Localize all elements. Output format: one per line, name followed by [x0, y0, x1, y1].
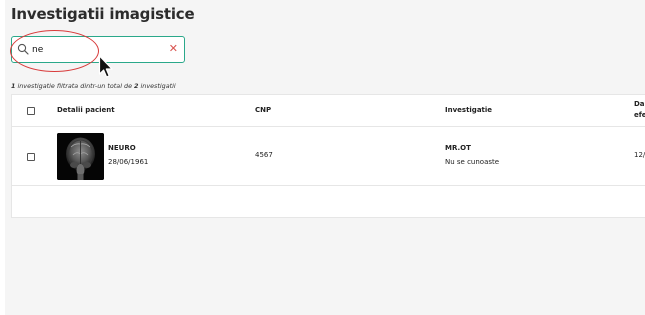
- search-icon: [17, 43, 29, 55]
- filter-summary: 1 investigatie filtrata dintr-un total d…: [11, 82, 176, 90]
- column-header-date[interactable]: Da: [634, 100, 645, 108]
- investigation-type: MR.OT: [445, 144, 471, 152]
- search-input[interactable]: [32, 41, 162, 58]
- table-row[interactable]: NEURO 28/06/1961 4567 MR.OT Nu se cunoas…: [12, 127, 645, 186]
- select-all-checkbox[interactable]: [27, 107, 35, 115]
- column-header-cnp[interactable]: CNP: [255, 106, 271, 114]
- investigation-detail: Nu se cunoaste: [445, 158, 500, 166]
- page-title: Investigatii imagistice: [11, 5, 195, 23]
- clear-icon[interactable]: ✕: [169, 42, 178, 56]
- investigation-date: 12/: [634, 151, 645, 159]
- patient-birth-date: 28/06/1961: [108, 158, 149, 166]
- column-header-date-line2: efe: [634, 111, 645, 119]
- column-header-patient[interactable]: Detalii pacient: [57, 106, 115, 114]
- table-header: Detalii pacient CNP Investigatie Da efe: [12, 95, 645, 127]
- row-checkbox[interactable]: [27, 153, 35, 161]
- search-field[interactable]: ✕: [11, 36, 185, 63]
- patient-cnp: 4567: [255, 151, 273, 159]
- investigations-table: Detalii pacient CNP Investigatie Da efe: [11, 94, 645, 218]
- column-header-investigation[interactable]: Investigatie: [445, 106, 492, 114]
- mri-thumbnail[interactable]: [57, 133, 104, 180]
- patient-name: NEURO: [108, 144, 136, 152]
